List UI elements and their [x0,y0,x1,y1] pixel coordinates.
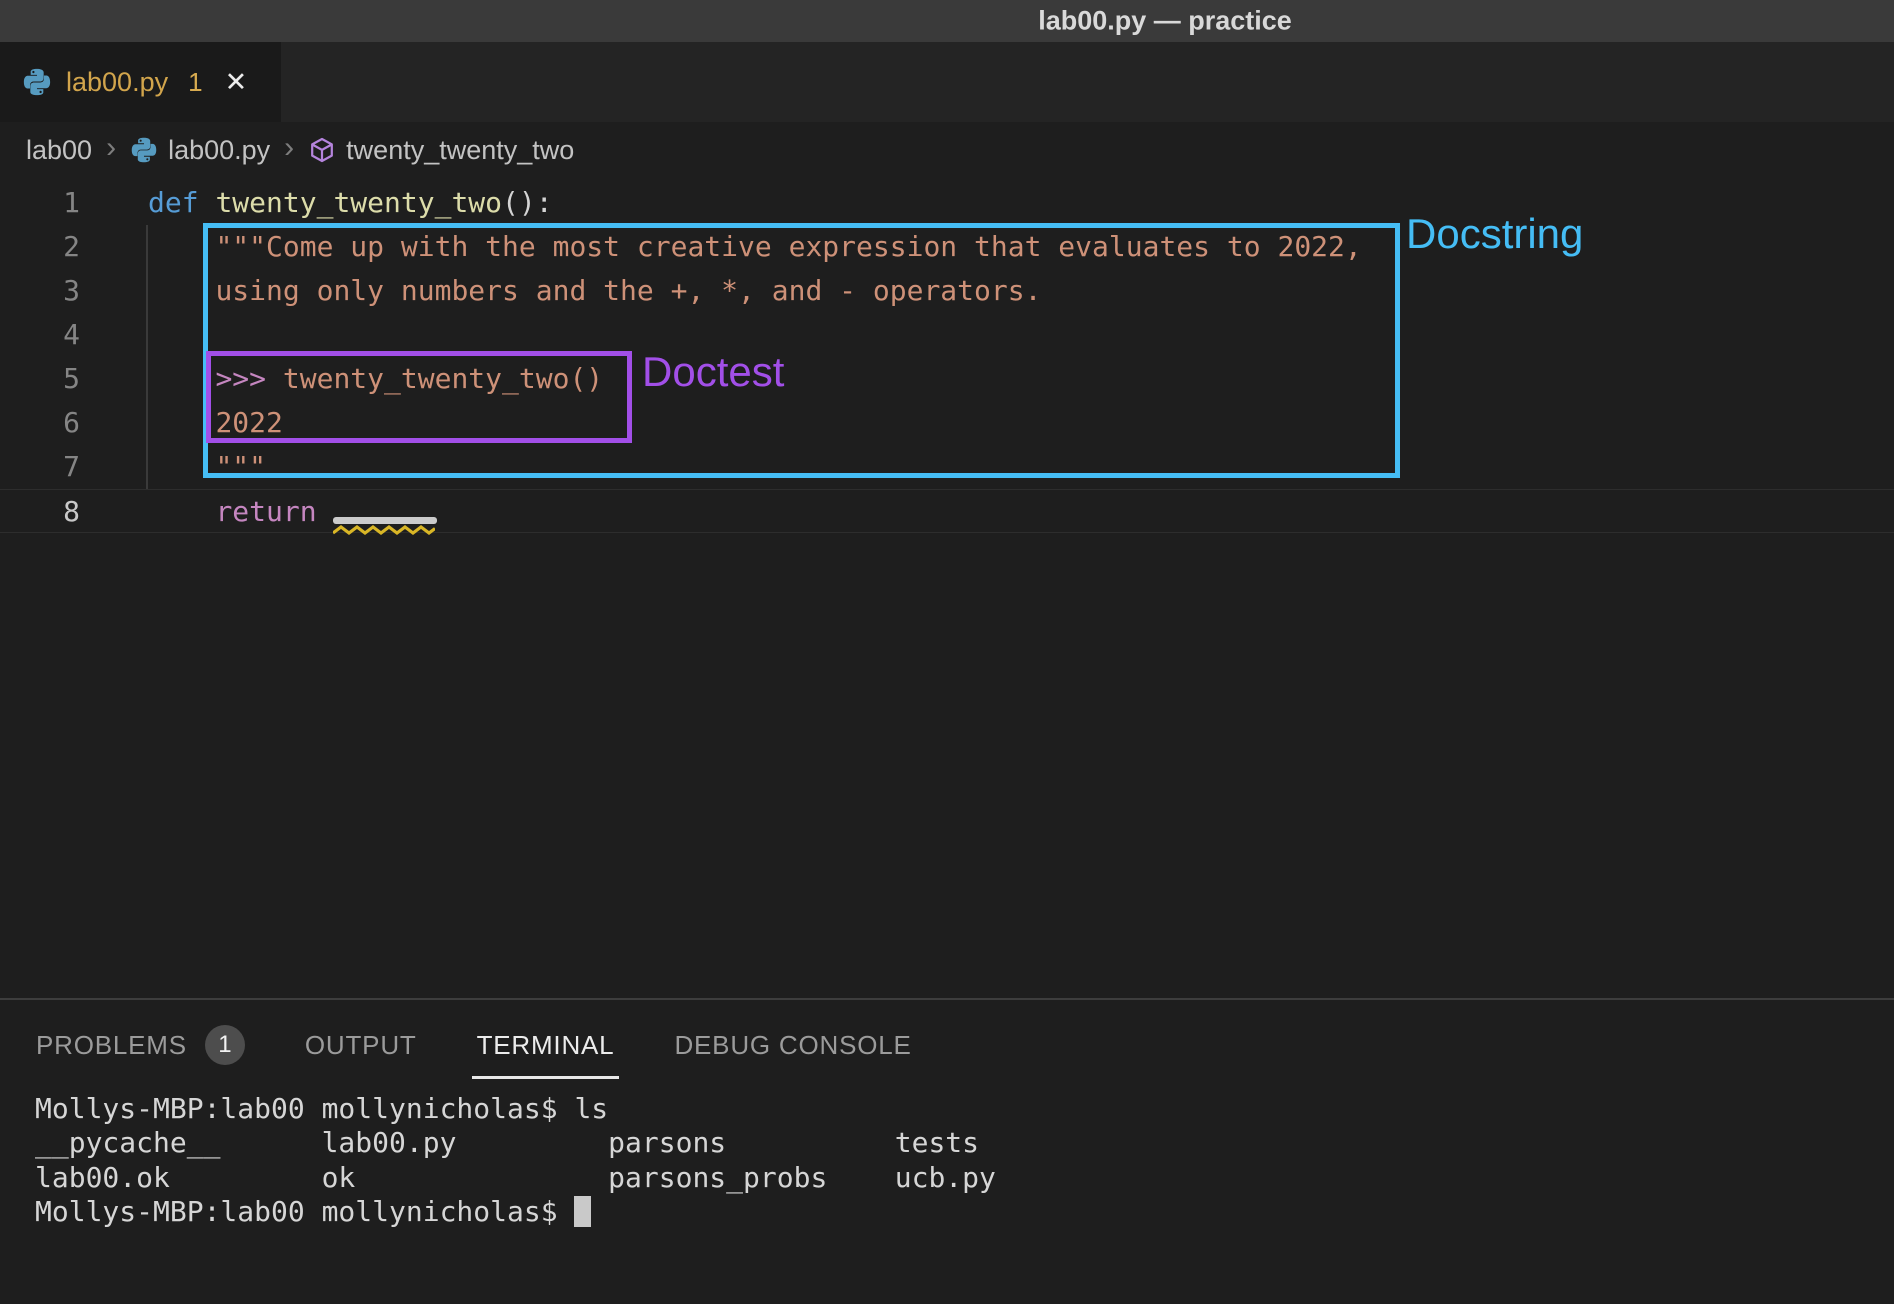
panel-tab-label: PROBLEMS [36,1030,187,1061]
tab-lab00-py[interactable]: lab00.py 1 ✕ [0,42,281,122]
terminal-line: __pycache__ lab00.py parsons tests [35,1126,996,1160]
whitespace-highlight-bar [333,517,437,524]
bottom-panel: PROBLEMS 1 OUTPUT TERMINAL DEBUG CONSOLE Mol… [0,998,1894,1304]
code-line-1[interactable]: 1 def twenty_twenty_two(): [0,181,1894,225]
code-token: def [148,186,215,219]
line-number: 3 [0,269,80,313]
code-token: (): [502,186,553,219]
line-number: 2 [0,225,80,269]
terminal-output[interactable]: Mollys-MBP:lab00 mollynicholas$ ls__pyca… [35,1092,996,1230]
breadcrumb-file[interactable]: lab00.py [168,135,270,166]
line-number: 5 [0,357,80,401]
breadcrumb-symbol[interactable]: twenty_twenty_two [346,135,574,166]
breadcrumb: lab00 › lab00.py › twenty_twenty_two [0,122,1894,178]
code-text: return [148,490,317,534]
panel-tab-bar: PROBLEMS 1 OUTPUT TERMINAL DEBUG CONSOLE [0,1000,912,1090]
line-number: 8 [0,490,80,534]
terminal-line: lab00.ok ok parsons_probs ucb.py [35,1161,996,1195]
panel-tab-label: TERMINAL [477,1030,615,1061]
terminal-line: Mollys-MBP:lab00 mollynicholas$ ls [35,1092,996,1126]
line-number: 6 [0,401,80,445]
panel-tab-debug-console[interactable]: DEBUG CONSOLE [674,1030,911,1061]
terminal-cursor [574,1196,591,1227]
window-title: lab00.py — practice [1038,6,1292,37]
terminal-line: Mollys-MBP:lab00 mollynicholas$ [35,1195,996,1229]
python-file-icon [130,136,158,164]
tab-filename: lab00.py [66,67,168,98]
line-number: 7 [0,445,80,489]
doctest-annotation-box [206,351,632,443]
symbol-cube-icon [308,136,336,164]
title-bar: lab00.py — practice [0,0,1894,42]
code-editor[interactable]: 1def twenty_twenty_two():2 """Come up wi… [0,178,1894,998]
code-token: twenty_twenty_two [215,186,502,219]
panel-tab-problems[interactable]: PROBLEMS 1 [36,1025,245,1065]
chevron-right-icon: › [106,133,116,167]
docstring-annotation-label: Docstring [1406,210,1583,258]
line-number: 1 [0,181,80,225]
panel-tab-output[interactable]: OUTPUT [305,1030,417,1061]
vscode-window: lab00.py — practice lab00.py 1 ✕ lab00 ›… [0,0,1894,1304]
code-line-8[interactable]: 8 return [0,489,1894,533]
chevron-right-icon: › [284,133,294,167]
warning-squiggle [333,524,435,536]
code-token [148,495,215,528]
code-token: return [215,495,316,528]
tab-problem-count-badge: 1 [188,67,202,98]
code-text: def twenty_twenty_two(): [148,181,553,225]
breadcrumb-folder[interactable]: lab00 [26,135,92,166]
problems-count-badge: 1 [205,1025,245,1065]
panel-tab-label: OUTPUT [305,1030,417,1061]
doctest-annotation-label: Doctest [642,348,784,396]
tab-close-icon[interactable]: ✕ [225,69,248,96]
panel-tab-terminal[interactable]: TERMINAL [477,1030,615,1061]
python-file-icon [22,67,52,97]
panel-tab-label: DEBUG CONSOLE [674,1030,911,1061]
line-number: 4 [0,313,80,357]
editor-tab-strip: lab00.py 1 ✕ [0,42,1894,122]
